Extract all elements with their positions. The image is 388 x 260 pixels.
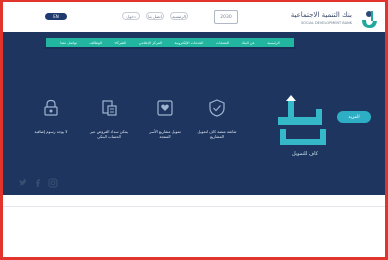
hero-cta-button[interactable]: المزيد (337, 111, 371, 123)
feature-label: يمكن سداد القروض عبر الحساب البنكي (90, 129, 128, 139)
top-link-contact[interactable]: اتصل بنا (146, 12, 164, 20)
document-link-icon (102, 100, 117, 116)
feature-label: لا يوجد رسوم إضافية (34, 129, 68, 134)
nav-item-media[interactable]: المركز الإعلامي (139, 41, 162, 45)
shield-check-icon (209, 99, 225, 117)
language-toggle-button[interactable]: EN (45, 13, 67, 20)
feature-label: شاشة منصة كاف لتمويل المشاريع (197, 129, 237, 139)
main-nav: الرئيسية عن البنك المنتجات الخدمات الإلك… (46, 38, 294, 47)
feature-item[interactable]: شاشة منصة كاف لتمويل المشاريع (196, 99, 238, 139)
nav-item-about[interactable]: عن البنك (241, 41, 254, 45)
section-divider (3, 206, 385, 207)
feature-item[interactable]: يمكن سداد القروض عبر الحساب البنكي (88, 99, 130, 139)
facebook-icon[interactable] (33, 178, 43, 188)
feature-label: تمويل مشاريع الأسر المنتجة (149, 129, 181, 139)
bank-logo-icon[interactable] (358, 8, 380, 30)
nav-item-contact[interactable]: تواصل معنا (60, 41, 77, 45)
instagram-icon[interactable] (48, 178, 58, 188)
brand-subtitle: SOCIAL DEVELOPMENT BANK (301, 21, 352, 25)
top-link-home[interactable]: الرئيسية (170, 12, 188, 20)
nav-item-jobs[interactable]: الوظائف (89, 41, 102, 45)
nav-shadow (44, 47, 296, 49)
nav-item-eservices[interactable]: الخدمات الإلكترونية (175, 41, 204, 45)
lock-person-icon (44, 99, 58, 116)
nav-item-partners[interactable]: الشركاء (115, 41, 127, 45)
feature-item[interactable]: لا يوجد رسوم إضافية (30, 99, 72, 134)
brand-name: بنك التنمية الاجتماعية (290, 11, 352, 19)
kaf-caption: كاف للتمويل (292, 151, 319, 157)
top-link-login[interactable]: دخول (122, 12, 140, 20)
content-area (3, 195, 385, 257)
heart-card-icon (157, 100, 173, 116)
nav-item-home[interactable]: الرئيسية (267, 41, 279, 45)
twitter-icon[interactable] (18, 178, 28, 188)
kaf-glyph-icon (278, 95, 326, 145)
nav-item-products[interactable]: المنتجات (216, 41, 229, 45)
feature-item[interactable]: تمويل مشاريع الأسر المنتجة (144, 99, 186, 139)
vision-2030-badge: 2030 (214, 10, 238, 24)
